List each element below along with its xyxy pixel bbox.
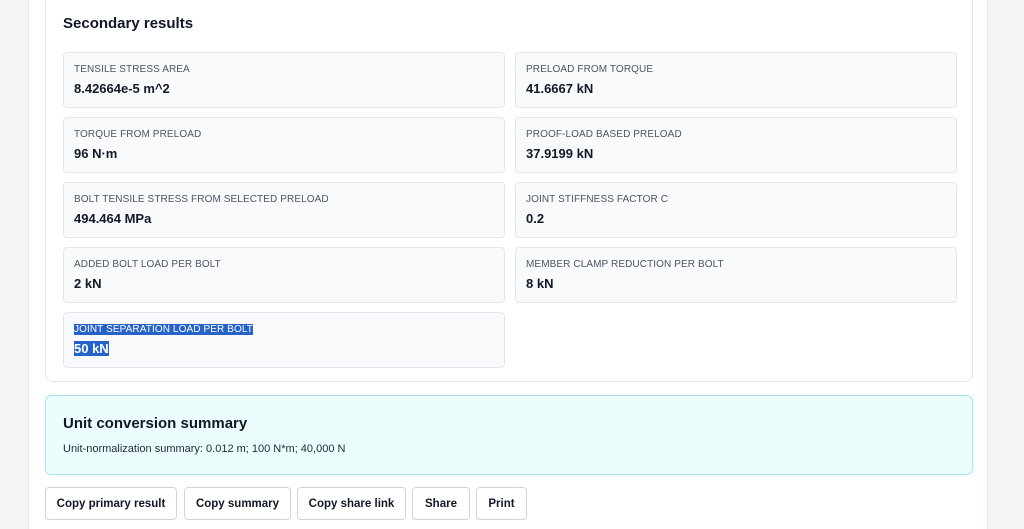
secondary-results-title: Secondary results [63, 15, 194, 32]
result-value: 0.2 [526, 211, 545, 226]
result-label: PROOF-LOAD BASED PRELOAD [526, 129, 682, 140]
copy-summary-button[interactable]: Copy summary [184, 487, 291, 520]
result-added-bolt-load: ADDED BOLT LOAD PER BOLT 2 kN [63, 247, 505, 303]
result-value: 96 N·m [74, 146, 118, 161]
copy-primary-result-button[interactable]: Copy primary result [45, 487, 177, 520]
result-member-clamp-reduction: MEMBER CLAMP REDUCTION PER BOLT 8 kN [515, 247, 957, 303]
result-torque-from-preload: TORQUE FROM PRELOAD 96 N·m [63, 117, 505, 173]
result-tensile-stress-area: TENSILE STRESS AREA 8.42664e-5 m^2 [63, 52, 505, 108]
result-label: JOINT STIFFNESS FACTOR C [526, 194, 669, 205]
result-value: 2 kN [74, 276, 102, 291]
selected-text: 50 kN [74, 341, 109, 356]
result-value: 41.6667 kN [526, 81, 594, 96]
result-joint-stiffness-factor: JOINT STIFFNESS FACTOR C 0.2 [515, 182, 957, 238]
secondary-results-card: Secondary results TENSILE STRESS AREA 8.… [45, 0, 973, 382]
result-label: TORQUE FROM PRELOAD [74, 129, 202, 140]
result-proof-load-based-preload: PROOF-LOAD BASED PRELOAD 37.9199 kN [515, 117, 957, 173]
result-label: ADDED BOLT LOAD PER BOLT [74, 259, 221, 270]
result-label: MEMBER CLAMP REDUCTION PER BOLT [526, 259, 724, 270]
copy-share-link-button[interactable]: Copy share link [297, 487, 406, 520]
result-bolt-tensile-stress: BOLT TENSILE STRESS FROM SELECTED PRELOA… [63, 182, 505, 238]
result-label: PRELOAD FROM TORQUE [526, 64, 654, 75]
result-value: 50 kN [74, 341, 109, 356]
result-joint-separation-load: JOINT SEPARATION LOAD PER BOLT 50 kN [63, 312, 505, 368]
result-value: 8 kN [526, 276, 554, 291]
result-value: 37.9199 kN [526, 146, 594, 161]
print-button[interactable]: Print [476, 487, 527, 520]
selected-text: JOINT SEPARATION LOAD PER BOLT [74, 324, 253, 335]
result-preload-from-torque: PRELOAD FROM TORQUE 41.6667 kN [515, 52, 957, 108]
result-value: 494.464 MPa [74, 211, 152, 226]
page-container: Secondary results TENSILE STRESS AREA 8.… [28, 0, 988, 529]
result-label: JOINT SEPARATION LOAD PER BOLT [74, 324, 253, 335]
share-button[interactable]: Share [412, 487, 470, 520]
unit-conversion-card: Unit conversion summary Unit-normalizati… [45, 395, 973, 475]
unit-conversion-title: Unit conversion summary [63, 415, 248, 432]
result-label: TENSILE STRESS AREA [74, 64, 190, 75]
result-value: 8.42664e-5 m^2 [74, 81, 170, 96]
unit-conversion-text: Unit-normalization summary: 0.012 m; 100… [63, 443, 346, 455]
result-label: BOLT TENSILE STRESS FROM SELECTED PRELOA… [74, 194, 329, 205]
